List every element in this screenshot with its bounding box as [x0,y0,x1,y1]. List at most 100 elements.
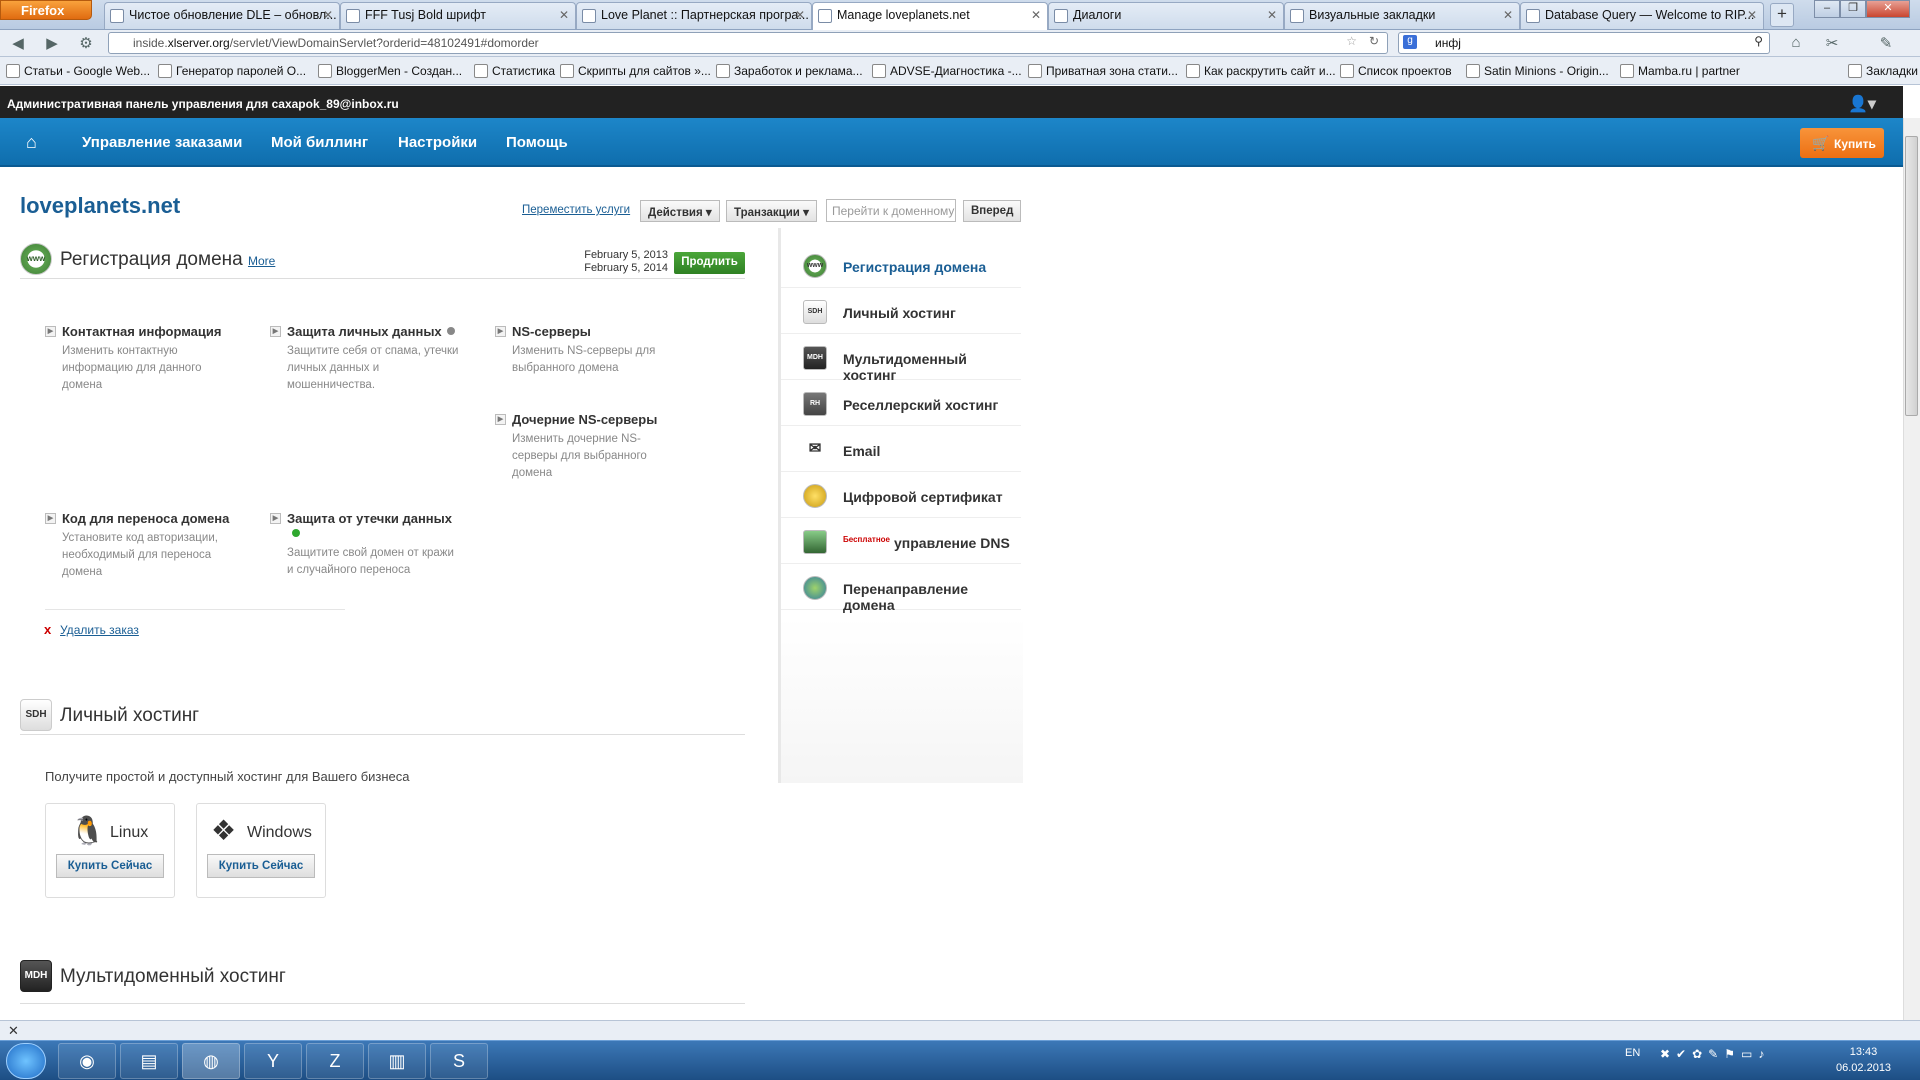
url-bar[interactable]: inside.xlserver.org/servlet/ViewDomainSe… [108,32,1388,54]
nav-orders[interactable]: Управление заказами [82,118,242,167]
close-icon[interactable]: ✕ [1503,8,1513,22]
back-icon[interactable]: ◀ [8,34,28,52]
bookmark-icon [1620,64,1634,78]
tab-loveplanet[interactable]: Love Planet :: Партнерская програ... ✕ [576,2,812,29]
clock[interactable]: 13:43 06.02.2013 [1836,1044,1891,1076]
tab-label: Love Planet :: Партнерская програ... [601,8,809,22]
bookmark-item[interactable]: Генератор паролей О... [158,64,306,80]
bookmark-item[interactable]: Статистика [474,64,555,80]
sidebar-item-reseller[interactable]: RH Реселлерский хостинг [781,380,1021,426]
app-icon[interactable]: ▥ [368,1043,426,1079]
nav-settings[interactable]: Настройки [398,118,477,167]
close-icon[interactable]: ✕ [1267,8,1277,22]
forward-icon[interactable]: ▶ [42,34,62,52]
google-icon[interactable]: g [1403,35,1417,49]
bookmark-item[interactable]: ADVSE-Диагностика -... [872,64,1022,80]
filezilla-icon[interactable]: Z [306,1043,364,1079]
item-desc: Изменить NS-серверы для выбранного домен… [512,345,656,374]
status-dot [292,529,300,537]
theft-protection-item[interactable]: ▶ Защита от утечки данных Защитите свой д… [270,511,460,579]
bookmark-icon [872,64,886,78]
chrome-icon[interactable]: ◉ [58,1043,116,1079]
actions-dropdown[interactable]: Действия ▾ [640,200,720,222]
contact-info-item[interactable]: ▶ Контактная информация Изменить контактн… [45,324,235,394]
tab-font[interactable]: FFF Tusj Bold шрифт ✕ [340,2,576,29]
firefox-menu-button[interactable]: Firefox [0,0,92,20]
option-label: Windows [247,824,312,841]
date-to: February 5, 2014 [584,262,668,274]
buy-button[interactable]: 🛒 Купить [1800,128,1884,158]
transfer-code-item[interactable]: ▶ Код для переноса домена Установите код … [45,511,235,581]
nav-billing[interactable]: Мой биллинг [271,118,368,167]
close-icon[interactable]: ✕ [1031,8,1041,22]
bookmark-item[interactable]: Приватная зона стати... [1028,64,1178,80]
minimize-button[interactable]: – [1814,0,1840,18]
rh-icon: RH [803,392,827,416]
privacy-item[interactable]: ▶ Защита личных данных Защитите себя от с… [270,324,460,394]
sidebar-item-forwarding[interactable]: Перенаправление домена [781,564,1021,613]
tab-dle[interactable]: Чистое обновление DLE – обновл... ✕ [104,2,340,29]
delete-order-link[interactable]: Удалить заказ [60,623,139,637]
go-button[interactable]: Вперед [963,200,1022,222]
bookmark-item[interactable]: Список проектов [1340,64,1452,80]
new-tab-button[interactable]: + [1770,3,1794,27]
child-ns-item[interactable]: ▶ Дочерние NS-серверы Изменить дочерние N… [495,412,685,482]
bookmark-item[interactable]: Статьи - Google Web... [6,64,150,80]
item-desc: Установите код авторизации, необходимый … [62,532,218,578]
option-label: Linux [110,824,149,841]
bookmarks-menu[interactable]: Закладки [1848,64,1918,80]
ns-servers-item[interactable]: ▶ NS-серверы Изменить NS-серверы для выбр… [495,324,685,377]
user-icon[interactable]: 👤▾ [1848,94,1876,114]
close-icon[interactable]: ✕ [559,8,569,22]
star-icon[interactable]: ☆ [1346,34,1357,48]
close-window-button[interactable]: ✕ [1866,0,1910,18]
move-services-link[interactable]: Переместить услуги [522,204,630,216]
buy-now-button[interactable]: Купить Сейчас [56,854,164,878]
sidebar-item-dns[interactable]: Бесплатное управление DNS [781,518,1021,564]
addons-icon[interactable]: ⚙ [76,34,96,52]
skype-icon[interactable]: S [430,1043,488,1079]
renew-button[interactable]: Продлить [674,252,745,274]
tab-manage[interactable]: Manage loveplanets.net ✕ [812,2,1048,30]
maximize-button[interactable]: ❐ [1840,0,1866,18]
sidebar-item-email[interactable]: ✉ Email [781,426,1021,472]
close-icon[interactable]: ✕ [795,8,805,22]
language-indicator[interactable]: EN [1625,1047,1640,1059]
bookmark-item[interactable]: Satin Minions - Origin... [1466,64,1609,80]
tools-icon[interactable]: ✂ [1822,34,1842,52]
home-icon[interactable]: ⌂ [26,132,37,153]
wrench-icon[interactable]: ✎ [1876,34,1896,52]
bookmark-item[interactable]: Скрипты для сайтов »... [560,64,711,80]
start-button[interactable] [6,1043,46,1079]
sidebar-item-hosting[interactable]: SDH Личный хостинг [781,288,1021,334]
sidebar-item-certificate[interactable]: Цифровой сертификат [781,472,1021,518]
yandex-icon[interactable]: Y [244,1043,302,1079]
bookmark-item[interactable]: BloggerMen - Создан... [318,64,462,80]
tab-bookmarks[interactable]: Визуальные закладки ✕ [1284,2,1520,29]
reload-icon[interactable]: ↻ [1369,34,1379,48]
bookmark-item[interactable]: Mamba.ru | partner [1620,64,1740,80]
search-input[interactable]: g инфj ⚲ [1398,32,1770,54]
tab-dialogs[interactable]: Диалоги ✕ [1048,2,1284,29]
admin-title: Административная панель управления для c… [7,97,399,111]
goto-domain-input[interactable]: Перейти к доменному [826,199,956,222]
bookmark-item[interactable]: Заработок и реклама... [716,64,863,80]
more-link[interactable]: More [248,254,275,268]
tray-icons[interactable]: ✖✔✿✎⚑▭♪ [1660,1047,1770,1061]
search-icon[interactable]: ⚲ [1754,34,1763,48]
buy-now-button[interactable]: Купить Сейчас [207,854,315,878]
sidebar-item-multidomain[interactable]: MDH Мультидоменный хостинг [781,334,1021,383]
home-icon[interactable]: ⌂ [1786,34,1806,52]
firefox-icon[interactable]: ◍ [182,1043,240,1079]
nav-help[interactable]: Помощь [506,118,568,167]
scrollbar-thumb[interactable] [1905,136,1918,416]
close-icon[interactable]: ✕ [1747,8,1757,22]
bookmark-item[interactable]: Как раскрутить сайт и... [1186,64,1336,80]
sidebar-item-domain-reg[interactable]: www Регистрация домена [781,242,1021,288]
close-icon[interactable]: ✕ [8,1023,19,1039]
transactions-dropdown[interactable]: Транзакции ▾ [726,200,817,222]
tab-database[interactable]: Database Query — Welcome to RIP... ✕ [1520,2,1764,29]
close-icon[interactable]: ✕ [323,8,333,22]
explorer-icon[interactable]: ▤ [120,1043,178,1079]
item-desc: Защитите свой домен от кражи и случайног… [287,547,454,576]
